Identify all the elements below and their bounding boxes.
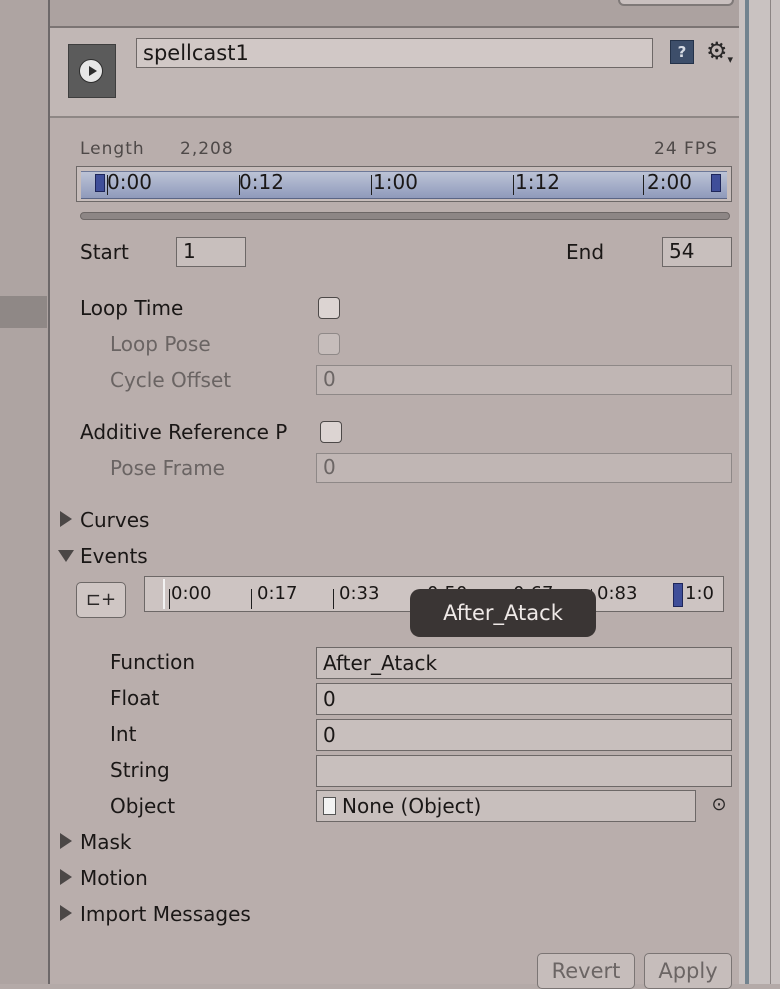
object-field[interactable]: None (Object): [316, 790, 696, 822]
float-field[interactable]: 0: [316, 683, 732, 715]
event-tick-label: 0:83: [597, 583, 638, 604]
timeline-tick-label: 1:12: [515, 170, 560, 194]
event-tick: [169, 589, 170, 609]
scrollbar-track[interactable]: [745, 0, 749, 984]
add-event-button[interactable]: ⊏+: [76, 582, 126, 618]
string-label: String: [110, 758, 170, 782]
events-foldout-arrow-icon[interactable]: [58, 550, 74, 562]
loop-pose-checkbox[interactable]: [318, 333, 340, 355]
pose-frame-field[interactable]: 0: [316, 453, 732, 483]
string-field[interactable]: [316, 755, 732, 787]
add-event-icon: ⊏+: [85, 589, 117, 610]
additive-reference-label: Additive Reference P: [80, 420, 288, 444]
top-toolbar-button[interactable]: [618, 0, 734, 6]
event-playhead[interactable]: [163, 579, 165, 609]
length-label: Length: [80, 139, 145, 159]
help-book-icon[interactable]: ?: [670, 40, 694, 64]
curves-section[interactable]: Curves: [80, 508, 149, 532]
timeline-tick-label: 1:00: [373, 170, 418, 194]
clip-timeline[interactable]: 0:00 0:12 1:00 1:12 2:00: [76, 166, 732, 202]
loop-time-checkbox[interactable]: [318, 297, 340, 319]
right-scrollbar[interactable]: [739, 0, 780, 984]
cycle-offset-label: Cycle Offset: [110, 368, 232, 392]
timeline-tick: [371, 175, 372, 195]
document-icon: [323, 797, 336, 815]
mask-foldout-arrow-icon[interactable]: [60, 833, 72, 849]
event-marker[interactable]: [673, 583, 683, 607]
pose-frame-label: Pose Frame: [110, 456, 225, 480]
inspector-panel: [50, 0, 739, 984]
clip-name-field[interactable]: spellcast1: [136, 38, 653, 68]
play-icon[interactable]: [68, 44, 116, 98]
fps-value: 24 FPS: [654, 139, 718, 159]
start-label: Start: [80, 240, 129, 264]
length-value: 2,208: [180, 139, 234, 159]
event-tooltip: After_Atack: [410, 589, 596, 637]
function-field[interactable]: After_Atack: [316, 647, 732, 679]
motion-section[interactable]: Motion: [80, 866, 148, 890]
start-field[interactable]: 1: [176, 237, 246, 267]
play-disc: [79, 59, 103, 83]
left-panel: [0, 0, 48, 984]
event-tick: [251, 589, 252, 609]
event-tick-label: 0:00: [171, 583, 212, 604]
end-field[interactable]: 54: [662, 237, 732, 267]
event-tick-label: 1:0: [685, 583, 714, 604]
event-tick-label: 0:17: [257, 583, 298, 604]
additive-reference-checkbox[interactable]: [320, 421, 342, 443]
int-label: Int: [110, 722, 137, 746]
timeline-tick: [513, 175, 514, 195]
import-messages-section[interactable]: Import Messages: [80, 902, 251, 926]
left-panel-handle[interactable]: [0, 296, 47, 328]
cycle-offset-field[interactable]: 0: [316, 365, 732, 395]
object-label: Object: [110, 794, 176, 818]
timeline-tick-label: 0:00: [107, 170, 152, 194]
float-label: Float: [110, 686, 160, 710]
function-label: Function: [110, 650, 196, 674]
chevron-down-icon: ▾: [727, 53, 734, 66]
curves-foldout-arrow-icon[interactable]: [60, 511, 72, 527]
motion-foldout-arrow-icon[interactable]: [60, 869, 72, 885]
clip-end-marker[interactable]: [711, 174, 721, 192]
events-section[interactable]: Events: [80, 544, 148, 568]
loop-time-label: Loop Time: [80, 296, 184, 320]
timeline-tick-label: 2:00: [647, 170, 692, 194]
loop-pose-label: Loop Pose: [110, 332, 211, 356]
event-tick-label: 0:33: [339, 583, 380, 604]
timeline-tick-label: 0:12: [239, 170, 284, 194]
mask-section[interactable]: Mask: [80, 830, 132, 854]
event-tick: [333, 589, 334, 609]
end-label: End: [566, 240, 605, 264]
gear-icon[interactable]: ⚙▾: [706, 36, 738, 66]
play-triangle-icon: [89, 66, 97, 76]
int-field[interactable]: 0: [316, 719, 732, 751]
timeline-tick: [643, 175, 644, 195]
import-messages-foldout-arrow-icon[interactable]: [60, 905, 72, 921]
object-picker-icon[interactable]: ⊙: [709, 795, 729, 815]
scrollbar-edge: [770, 0, 771, 984]
timeline-scrollbar[interactable]: [80, 212, 730, 220]
object-field-value: None (Object): [342, 794, 482, 818]
clip-start-marker[interactable]: [95, 174, 105, 192]
